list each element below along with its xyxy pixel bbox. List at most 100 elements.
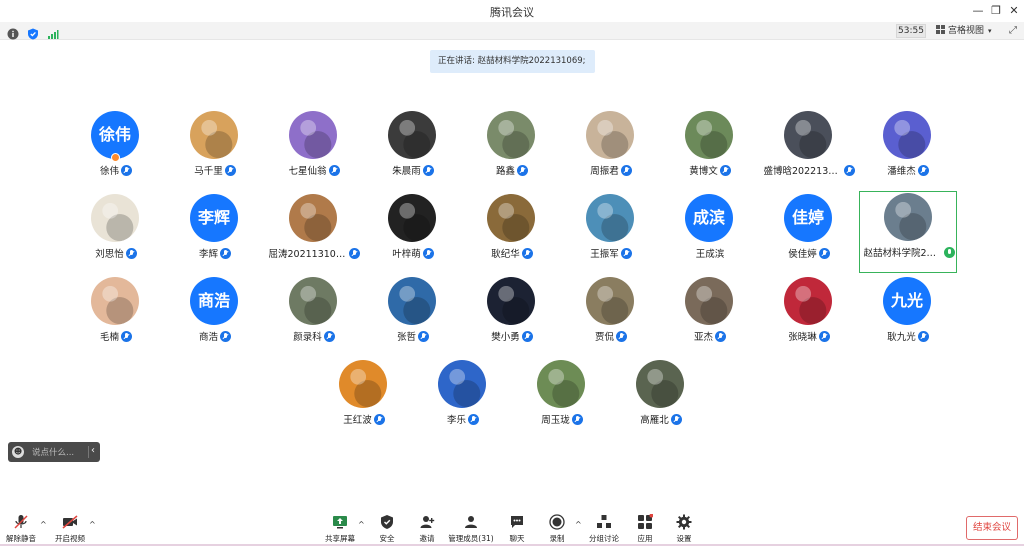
participant-tile[interactable]: 贾侃 (562, 276, 660, 358)
avatar: 九光 (883, 277, 931, 325)
participant-name: 马千里 (194, 166, 223, 177)
members-icon (463, 514, 479, 530)
avatar (388, 277, 436, 325)
participant-tile[interactable]: 张晓琳 (760, 276, 858, 358)
start-video-button[interactable]: 开启视频 (52, 514, 88, 544)
mic-muted-icon (13, 514, 29, 530)
mic-muted-icon (348, 247, 360, 259)
avatar: 成滨 (685, 194, 733, 242)
grid-icon (936, 25, 945, 34)
participant-tile[interactable]: 高雁北 (612, 359, 710, 441)
participant-tile[interactable]: 七星仙翁 (265, 110, 363, 192)
view-mode-button[interactable]: 宫格视图 ▾ (936, 24, 1002, 38)
avatar (289, 277, 337, 325)
participant-tile[interactable]: 路鑫 (463, 110, 561, 192)
emoji-icon[interactable]: ☻ (12, 446, 24, 458)
avatar (388, 111, 436, 159)
apps-button[interactable]: 应用 (630, 513, 660, 544)
participant-tile[interactable]: 王振军 (562, 193, 660, 275)
camera-off-icon (62, 514, 78, 530)
participant-name-row: 贾侃 (562, 329, 660, 343)
participant-tile[interactable]: 九光 耿九光 (859, 276, 957, 358)
settings-button[interactable]: 设置 (669, 514, 699, 544)
participant-name-row: 赵喆材料学院20... (860, 245, 958, 259)
avatar (537, 360, 585, 408)
share-screen-button[interactable]: 共享屏幕 (324, 514, 356, 544)
participant-tile[interactable]: 朱晨雨 (364, 110, 462, 192)
collapse-chevron-icon[interactable]: ‹ (91, 445, 99, 457)
share-options-caret-icon[interactable]: ^ (358, 520, 366, 530)
fullscreen-icon[interactable]: ⤢ (1006, 24, 1020, 38)
participant-tile[interactable]: 颜录科 (265, 276, 363, 358)
participant-name: 黄博文 (689, 166, 718, 177)
participant-tile[interactable]: 黄博文 (661, 110, 759, 192)
unmute-label: 解除静音 (6, 534, 36, 543)
mic-muted-icon (422, 247, 434, 259)
record-options-caret-icon[interactable]: ^ (575, 520, 583, 530)
participant-tile[interactable]: 周玉珑 (513, 359, 611, 441)
participant-tile[interactable]: 赵喆材料学院20... (859, 191, 957, 273)
participant-tile[interactable]: 李辉 李辉 (166, 193, 264, 275)
invite-button[interactable]: 邀请 (412, 514, 442, 544)
chat-button[interactable]: 聊天 (502, 514, 532, 544)
restore-icon[interactable]: ❐ (988, 3, 1004, 19)
chat-placeholder[interactable]: 说点什么... (32, 446, 82, 458)
shield-icon[interactable] (27, 25, 39, 40)
chat-quick-input[interactable]: ☻ 说点什么... ‹ (8, 442, 100, 462)
participant-tile[interactable]: 马千里 (166, 110, 264, 192)
record-button[interactable]: 录制 (542, 514, 572, 544)
settings-label: 设置 (676, 534, 692, 543)
mic-muted-icon (125, 247, 137, 259)
participant-tile[interactable]: 佳婷 侯佳婷 (760, 193, 858, 275)
participant-name: 侯佳婷 (788, 249, 817, 260)
participant-tile[interactable]: 商浩 商浩 (166, 276, 264, 358)
participant-tile[interactable]: 王红波 (315, 359, 413, 441)
participant-name-row: 徐伟 (67, 163, 165, 177)
mic-on-icon (943, 246, 955, 258)
avatar (586, 111, 634, 159)
avatar (784, 277, 832, 325)
avatar (289, 194, 337, 242)
minimize-icon[interactable]: — (970, 3, 986, 19)
breakout-groups-icon (596, 514, 612, 530)
mic-muted-icon (220, 330, 231, 342)
mic-options-caret-icon[interactable]: ^ (40, 520, 48, 530)
participant-tile[interactable]: 徐伟 徐伟 (67, 110, 165, 192)
mic-muted-icon (121, 330, 132, 342)
mic-muted-icon (616, 330, 627, 342)
speaking-indicator: 正在讲话: 赵喆材料学院2022131069; (430, 50, 595, 73)
security-button[interactable]: 安全 (372, 514, 402, 544)
participant-tile[interactable]: 刘思怡 (67, 193, 165, 275)
participant-name: 潘维杰 (887, 166, 916, 177)
participant-tile[interactable]: 李乐 (414, 359, 512, 441)
participant-tile[interactable]: 张哲 (364, 276, 462, 358)
signal-icon[interactable] (47, 25, 59, 39)
participant-tile[interactable]: 屈涛2021131053 (265, 193, 363, 275)
mic-muted-icon (719, 164, 731, 176)
end-meeting-button[interactable]: 结束会议 (966, 516, 1018, 540)
participant-name-row: 商浩 (166, 329, 264, 343)
participant-tile[interactable]: 亚杰 (661, 276, 759, 358)
avatar (91, 277, 139, 325)
participant-name: 高雁北 (640, 415, 669, 426)
participant-name: 李乐 (446, 415, 466, 426)
manage-members-button[interactable]: 管理成员(31) (448, 514, 494, 544)
participant-tile[interactable]: 成滨 王成滨 (661, 193, 759, 275)
avatar: 徐伟 (91, 111, 139, 159)
participant-tile[interactable]: 盛博晗2022131... (760, 110, 858, 192)
participant-tile[interactable]: 耿纪华 (463, 193, 561, 275)
participant-tile[interactable]: 潘维杰 (859, 110, 957, 192)
video-options-caret-icon[interactable]: ^ (89, 520, 97, 530)
breakout-button[interactable]: 分组讨论 (586, 514, 622, 544)
mic-muted-icon (917, 164, 929, 176)
security-label: 安全 (379, 534, 395, 543)
avatar (586, 194, 634, 242)
participant-name-row: 周玉珑 (513, 412, 611, 426)
participant-tile[interactable]: 周振君 (562, 110, 660, 192)
participant-tile[interactable]: 毛楠 (67, 276, 165, 358)
unmute-button[interactable]: 解除静音 (4, 514, 38, 544)
participant-tile[interactable]: 叶梓萌 (364, 193, 462, 275)
info-icon[interactable] (7, 25, 19, 40)
close-icon[interactable]: ✕ (1006, 3, 1022, 19)
participant-tile[interactable]: 樊小勇 (463, 276, 561, 358)
